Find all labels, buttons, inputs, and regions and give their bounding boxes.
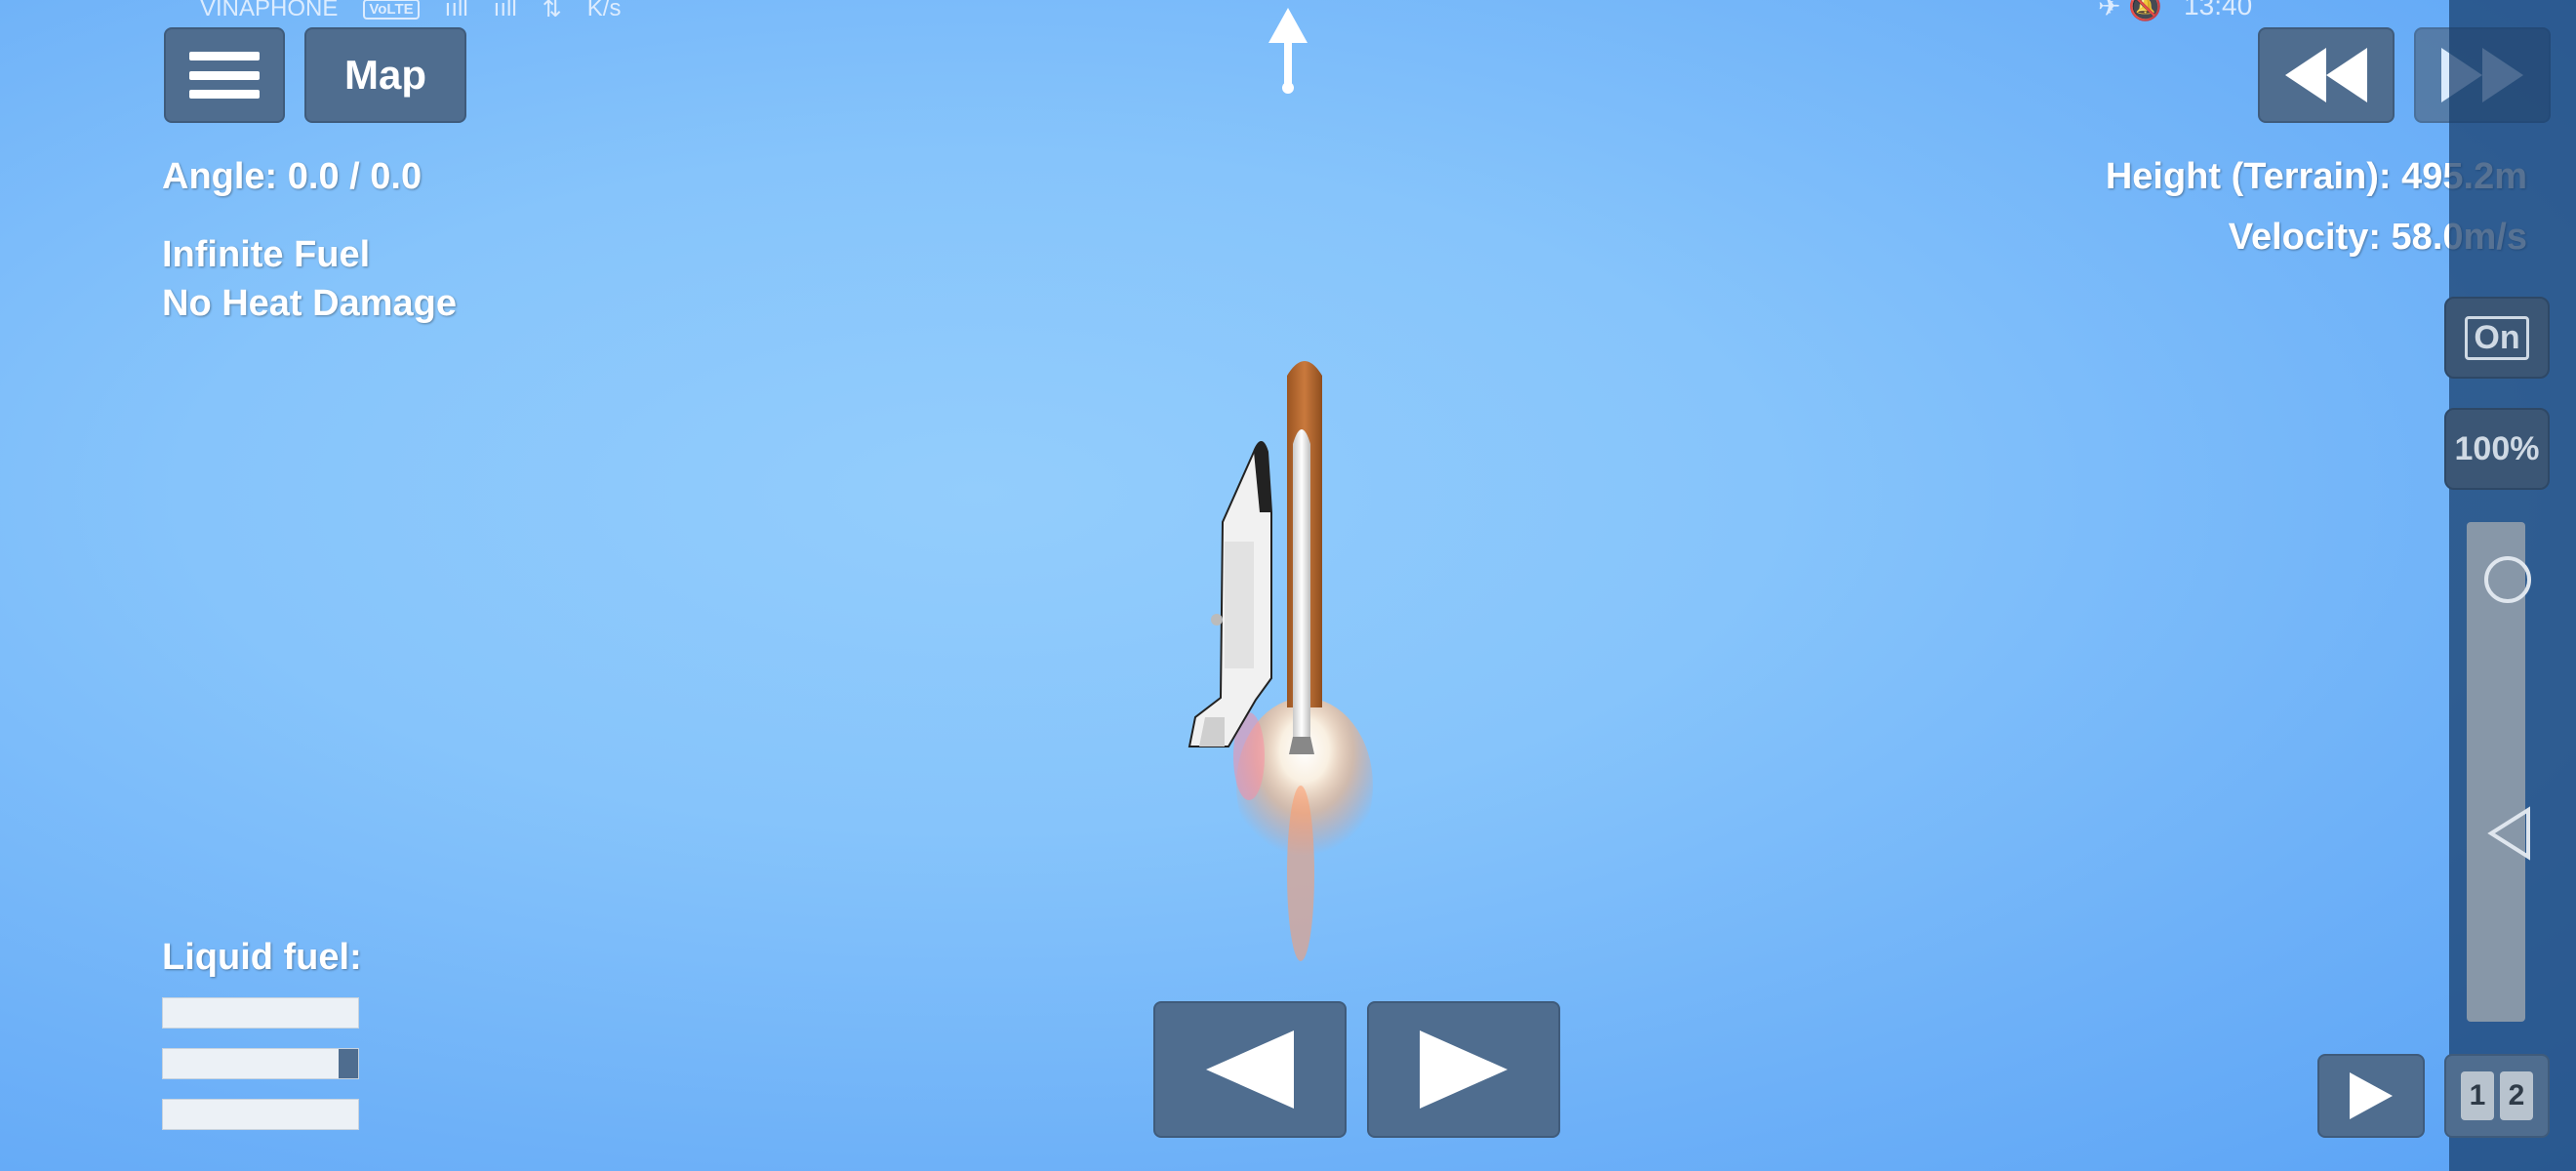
engine-toggle-label: On	[2465, 315, 2529, 360]
fuel-gauge	[162, 1048, 359, 1079]
volte-badge: VoLTE	[363, 0, 420, 20]
circle-home-icon[interactable]	[2484, 556, 2531, 603]
carrier-label: VINAPHONE	[200, 0, 339, 21]
signal-icon: ııll	[444, 0, 468, 21]
back-triangle-icon[interactable]	[2485, 806, 2534, 861]
infinite-fuel-label: Infinite Fuel	[162, 234, 371, 275]
status-icons: ✈ 🔕	[2098, 0, 2163, 21]
no-heat-damage-label: No Heat Damage	[162, 283, 457, 324]
rotate-left-button[interactable]	[1153, 1001, 1347, 1138]
stage-1-button[interactable]: 1	[2461, 1071, 2494, 1120]
play-icon	[2350, 1072, 2393, 1119]
engine-toggle-button[interactable]: On	[2444, 297, 2550, 379]
menu-button[interactable]	[164, 27, 285, 123]
status-bar-right: ✈ 🔕 13:40	[2098, 0, 2252, 22]
rotate-right-icon	[1420, 1030, 1508, 1109]
fuel-gauge-fill	[339, 1049, 358, 1078]
map-button[interactable]: Map	[304, 27, 466, 123]
rewind-button[interactable]	[2258, 27, 2395, 123]
up-arrow-icon	[1268, 8, 1308, 94]
clock: 13:40	[2184, 0, 2253, 20]
rotate-left-icon	[1206, 1030, 1294, 1109]
stage-2-button[interactable]: 2	[2500, 1071, 2533, 1120]
speed-label: K/s	[586, 0, 622, 21]
rewind-icon	[2285, 48, 2367, 102]
rotate-right-button[interactable]	[1367, 1001, 1560, 1138]
liquid-fuel-label: Liquid fuel:	[162, 937, 362, 978]
stage-selector[interactable]: 1 2	[2444, 1054, 2550, 1138]
angle-readout: Angle: 0.0 / 0.0	[162, 156, 423, 197]
data-transfer-icon: ⇅	[542, 0, 562, 22]
throttle-button[interactable]: 100%	[2444, 408, 2550, 490]
signal-icon: ııll	[493, 0, 517, 21]
menu-icon	[189, 52, 260, 99]
fuel-gauge	[162, 1099, 359, 1130]
fuel-gauge	[162, 997, 359, 1029]
space-shuttle-rocket	[1187, 361, 1373, 961]
status-bar: VINAPHONE VoLTE ııll ııll ⇅ K/s	[200, 0, 621, 23]
play-button[interactable]	[2317, 1054, 2425, 1138]
